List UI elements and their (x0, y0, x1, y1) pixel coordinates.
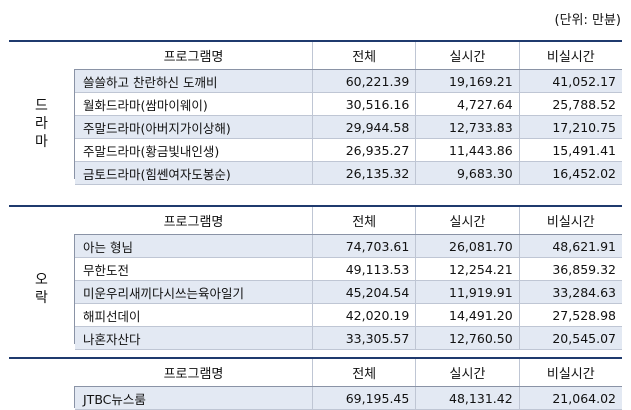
table-row: 아는 형님 74,703.61 26,081.70 48,621.91 (75, 235, 622, 258)
header-realtime: 실시간 (416, 42, 520, 69)
total-value: 29,944.58 (313, 116, 417, 138)
total-value: 74,703.61 (313, 235, 417, 257)
table-row: 무한도전 49,113.53 12,254.21 36,859.32 (75, 258, 622, 281)
table-row: 해피선데이 42,020.19 14,491.20 27,528.98 (75, 304, 622, 327)
category-char: 드 (35, 98, 48, 114)
program-name: 주말드라마(아버지가이상해) (75, 116, 313, 138)
nonrealtime-value: 17,210.75 (552, 119, 616, 135)
table-row: 나혼자산다 33,305.57 12,760.50 20,545.07 (75, 327, 622, 350)
program-name: 주말드라마(황금빛내인생) (75, 139, 313, 161)
category-label (9, 386, 75, 408)
program-name: 월화드라마(쌈마이웨이) (75, 93, 313, 115)
section-1: 오 락 프로그램명 전체 실시간 비실시간 아는 형님 74,703.61 26,081.70 4… (9, 205, 622, 350)
table-rows: 프로그램명 전체 실시간 비실시간쓸쓸하고 찬란하신 도깨비 60,221.39 19,1… (75, 42, 622, 185)
header-total: 전체 (313, 359, 417, 386)
nonrealtime-value: 15,491.41 (552, 142, 616, 158)
header-realtime: 실시간 (416, 207, 520, 234)
realtime-value: 19,169.21 (416, 70, 520, 92)
nonrealtime-value: 27,528.98 (552, 307, 616, 323)
category-char: 오 (35, 272, 48, 288)
total-value: 30,516.16 (313, 93, 417, 115)
nonrealtime-value: 48,621.91 (552, 238, 616, 254)
total-value: 26,935.27 (313, 139, 417, 161)
realtime-value: 12,254.21 (416, 258, 520, 280)
nonrealtime-value: 33,284.63 (552, 284, 616, 300)
table-row: JTBC뉴스룸 69,195.45 48,131.42 21,064.02 (75, 387, 622, 410)
total-value: 26,135.32 (313, 162, 417, 184)
category-char: 락 (35, 290, 48, 306)
program-name: 쓸쓸하고 찬란하신 도깨비 (75, 70, 313, 92)
header-total: 전체 (313, 42, 417, 69)
table-rows: 프로그램명 전체 실시간 비실시간아는 형님 74,703.61 26,081.70 48,… (75, 207, 622, 350)
nonrealtime-value: 20,545.07 (552, 330, 616, 346)
header-program: 프로그램명 (75, 207, 313, 234)
header-nonrealtime: 비실시간 (546, 215, 595, 230)
header-nonrealtime: 비실시간 (546, 367, 595, 382)
nonrealtime-value: 21,064.02 (552, 390, 616, 406)
table-row: 주말드라마(아버지가이상해) 29,944.58 12,733.83 17,210.7… (75, 116, 622, 139)
table-row: 쓸쓸하고 찬란하신 도깨비 60,221.39 19,169.21 41,052.17 (75, 70, 622, 93)
total-value: 49,113.53 (313, 258, 417, 280)
program-name: 아는 형님 (75, 235, 313, 257)
category-label: 드라마 (9, 69, 75, 179)
table-row: 주말드라마(황금빛내인생) 26,935.27 11,443.86 15,491.41 (75, 139, 622, 162)
realtime-value: 12,733.83 (416, 116, 520, 138)
table-row: 미운우리새끼다시쓰는육아일기 45,204.54 11,919.91 33,284.6… (75, 281, 622, 304)
nonrealtime-value: 16,452.02 (552, 165, 616, 181)
realtime-value: 9,683.30 (416, 162, 520, 184)
program-name: 나혼자산다 (75, 327, 313, 349)
nonrealtime-value: 41,052.17 (552, 73, 616, 89)
header-row: 프로그램명 전체 실시간 비실시간 (75, 359, 622, 387)
realtime-value: 11,919.91 (416, 281, 520, 303)
section-2: 프로그램명 전체 실시간 비실시간 JTBC뉴스룸 69,195.45 48,131.42 2… (9, 357, 622, 410)
total-value: 60,221.39 (313, 70, 417, 92)
realtime-value: 12,760.50 (416, 327, 520, 349)
program-name: JTBC뉴스룸 (75, 387, 313, 409)
total-value: 45,204.54 (313, 281, 417, 303)
ranking-page: (단위: 만뷴) 드 라 마 프로그램명 전체 실시간 비실시간 쓸쓸하고 찬란하신 도깨비 6… (0, 0, 631, 410)
program-name: 금토드라마(힘쎈여자도봉순) (75, 162, 313, 184)
realtime-value: 4,727.64 (416, 93, 520, 115)
header-row: 프로그램명 전체 실시간 비실시간 (75, 207, 622, 235)
table-row: 금토드라마(힘쎈여자도봉순) 26,135.32 9,683.30 16,452.02 (75, 162, 622, 185)
header-program: 프로그램명 (75, 359, 313, 386)
category-char: 마 (35, 134, 48, 150)
realtime-value: 14,491.20 (416, 304, 520, 326)
realtime-value: 26,081.70 (416, 235, 520, 257)
table-row: 월화드라마(쌈마이웨이) 30,516.16 4,727.64 25,788.52 (75, 93, 622, 116)
header-total: 전체 (313, 207, 417, 234)
header-row: 프로그램명 전체 실시간 비실시간 (75, 42, 622, 70)
unit-label: (단위: 만뷴) (554, 13, 622, 28)
category-char: 라 (35, 116, 48, 132)
header-program: 프로그램명 (75, 42, 313, 69)
total-value: 33,305.57 (313, 327, 417, 349)
realtime-value: 48,131.42 (416, 387, 520, 409)
header-nonrealtime: 비실시간 (546, 50, 595, 65)
total-value: 69,195.45 (313, 387, 417, 409)
nonrealtime-value: 25,788.52 (552, 96, 616, 112)
realtime-value: 11,443.86 (416, 139, 520, 161)
section-0: 드 라 마 프로그램명 전체 실시간 비실시간 쓸쓸하고 찬란하신 도깨비 60,221.39 1… (9, 40, 622, 185)
table-rows: 프로그램명 전체 실시간 비실시간 JTBC뉴스룸 69,195.45 48,131.42 2… (75, 359, 622, 410)
category-label: 오락 (9, 234, 75, 344)
nonrealtime-value: 36,859.32 (552, 261, 616, 277)
total-value: 42,020.19 (313, 304, 417, 326)
program-name: 미운우리새끼다시쓰는육아일기 (75, 281, 313, 303)
program-name: 해피선데이 (75, 304, 313, 326)
header-realtime: 실시간 (416, 359, 520, 386)
program-name: 무한도전 (75, 258, 313, 280)
